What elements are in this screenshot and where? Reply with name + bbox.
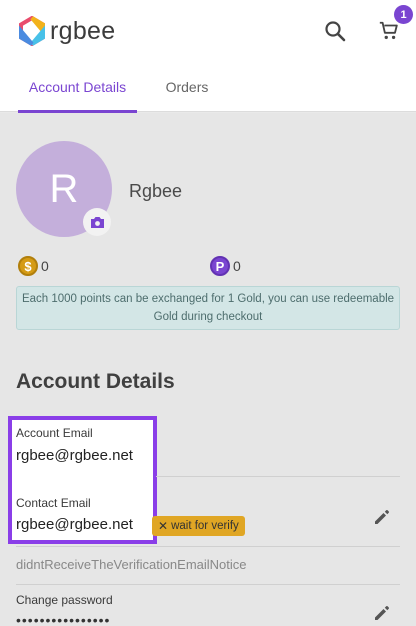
password-mask: ••••••••••••••••: [16, 612, 111, 626]
points-balance: P 0: [210, 256, 241, 276]
field-divider: [16, 546, 400, 547]
cart-icon: [379, 21, 398, 40]
contact-email-label: Contact Email: [16, 496, 91, 510]
cart-button[interactable]: 1: [376, 5, 413, 44]
app-header: rgbee 1: [0, 0, 416, 62]
logo[interactable]: rgbee: [18, 16, 115, 46]
verify-status-text: wait for verify: [171, 520, 239, 532]
tab-orders[interactable]: Orders: [137, 62, 237, 112]
gold-balance: $ 0: [18, 256, 49, 276]
verify-status-badge: ✕ wait for verify: [152, 516, 245, 536]
avatar-initial: R: [49, 166, 79, 211]
points-exchange-notice: Each 1000 points can be exchanged for 1 …: [16, 286, 400, 330]
points-coin-icon: P: [210, 256, 230, 276]
close-icon: ✕: [158, 519, 169, 533]
profile-name: Rgbee: [129, 181, 183, 201]
gold-value: 0: [41, 258, 49, 274]
cart-count-badge: 1: [394, 5, 413, 24]
verification-notice[interactable]: didntReceiveTheVerificationEmailNotice: [16, 557, 247, 572]
account-email-value: rgbee@rgbee.net: [16, 447, 133, 464]
tab-account-details[interactable]: Account Details: [18, 62, 137, 113]
edit-contact-email-icon[interactable]: [373, 508, 391, 526]
logo-text: rgbee: [50, 16, 116, 45]
search-button[interactable]: [322, 18, 348, 44]
search-icon: [325, 21, 346, 42]
points-value: 0: [233, 258, 241, 274]
change-password-label: Change password: [16, 593, 113, 607]
gold-coin-icon: $: [18, 256, 38, 276]
field-divider: [16, 584, 400, 585]
account-email-label: Account Email: [16, 426, 93, 440]
account-tabs: Account Details Orders: [0, 62, 416, 113]
section-title: Account Details: [16, 370, 175, 393]
edit-password-icon[interactable]: [373, 604, 391, 622]
change-avatar-button[interactable]: [83, 208, 111, 236]
logo-hexagon-icon: [19, 16, 45, 46]
camera-icon: [90, 216, 104, 228]
field-divider: [156, 476, 400, 477]
contact-email-value: rgbee@rgbee.net: [16, 516, 133, 533]
